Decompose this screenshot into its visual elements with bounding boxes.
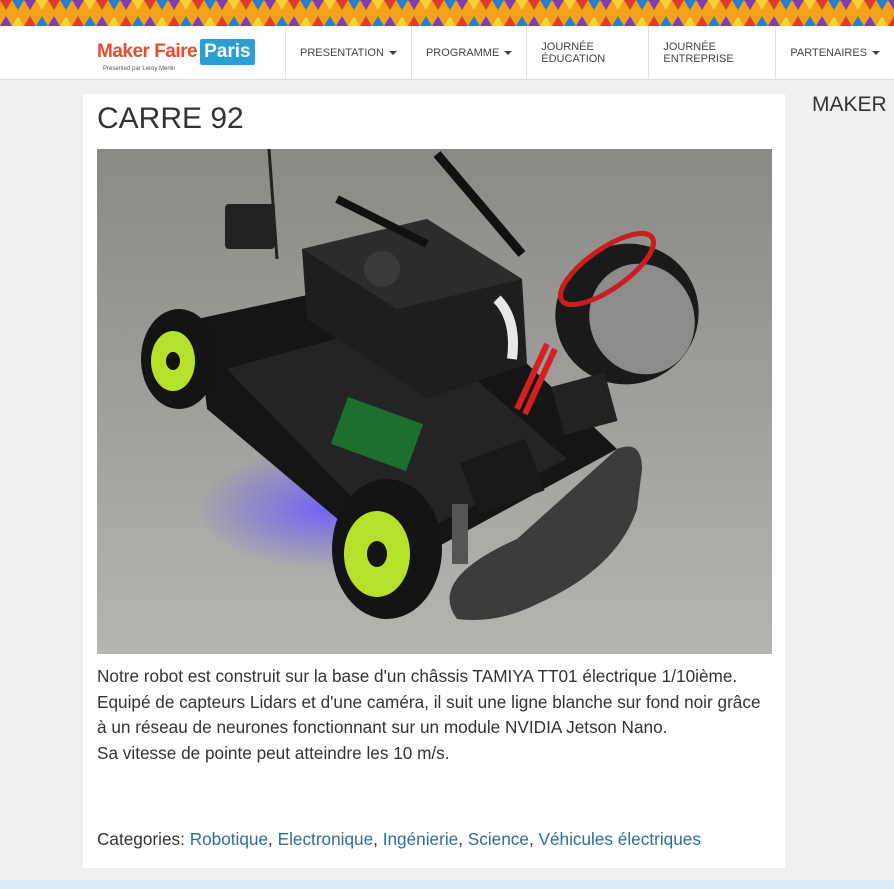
nav-item-presentation[interactable]: PRESENTATION bbox=[285, 26, 411, 80]
category-link-electronique[interactable]: Electronique bbox=[278, 829, 374, 849]
project-description: Notre robot est construit sur la base d'… bbox=[97, 664, 767, 766]
categories-label: Categories: bbox=[97, 829, 185, 849]
project-photo bbox=[97, 149, 772, 654]
category-link-robotique[interactable]: Robotique bbox=[190, 829, 268, 849]
footer-strip bbox=[0, 880, 894, 889]
page-title: CARRE 92 bbox=[97, 102, 244, 135]
main-menu: PRESENTATION PROGRAMME JOURNÉE ÉDUCATION… bbox=[285, 26, 894, 80]
nav-label: PARTENAIRES bbox=[790, 47, 867, 59]
logo-subtitle: Presented par Leroy Merlin bbox=[103, 66, 176, 72]
nav-item-journee-education[interactable]: JOURNÉE ÉDUCATION bbox=[526, 26, 648, 80]
nav-item-programme[interactable]: PROGRAMME bbox=[410, 26, 526, 80]
category-link-vehicules-electriques[interactable]: Véhicules électriques bbox=[539, 829, 701, 849]
logo-maker-text: Maker Faire bbox=[97, 41, 198, 62]
sidebar-heading: MAKER bbox=[812, 93, 887, 116]
nav-label: JOURNÉE ENTREPRISE bbox=[663, 41, 734, 65]
category-link-ingenierie[interactable]: Ingénierie bbox=[383, 829, 459, 849]
nav-item-partenaires[interactable]: PARTENAIRES bbox=[775, 26, 894, 80]
description-paragraph: Sa vitesse de pointe peut atteindre les … bbox=[97, 742, 450, 763]
logo-paris-text: Paris bbox=[200, 39, 255, 65]
caret-down-icon bbox=[872, 51, 880, 55]
decorative-banner bbox=[0, 0, 894, 26]
nav-label: PROGRAMME bbox=[425, 47, 500, 59]
categories-line: Categories: Robotique, Electronique, Ing… bbox=[97, 829, 701, 849]
top-navbar: Maker Faire Paris Presented par Leroy Me… bbox=[0, 26, 894, 80]
maker-faire-logo[interactable]: Maker Faire Paris bbox=[97, 38, 265, 66]
caret-down-icon bbox=[504, 51, 513, 55]
project-card: CARRE 92 Notre robot est construit sur l… bbox=[83, 94, 785, 868]
caret-down-icon bbox=[388, 51, 397, 55]
description-paragraph: Notre robot est construit sur la base d'… bbox=[97, 666, 761, 737]
nav-label: PRESENTATION bbox=[300, 47, 384, 59]
nav-label: JOURNÉE ÉDUCATION bbox=[541, 41, 606, 65]
nav-item-journee-entreprise[interactable]: JOURNÉE ENTREPRISE bbox=[648, 26, 775, 80]
category-link-science[interactable]: Science bbox=[468, 829, 529, 849]
